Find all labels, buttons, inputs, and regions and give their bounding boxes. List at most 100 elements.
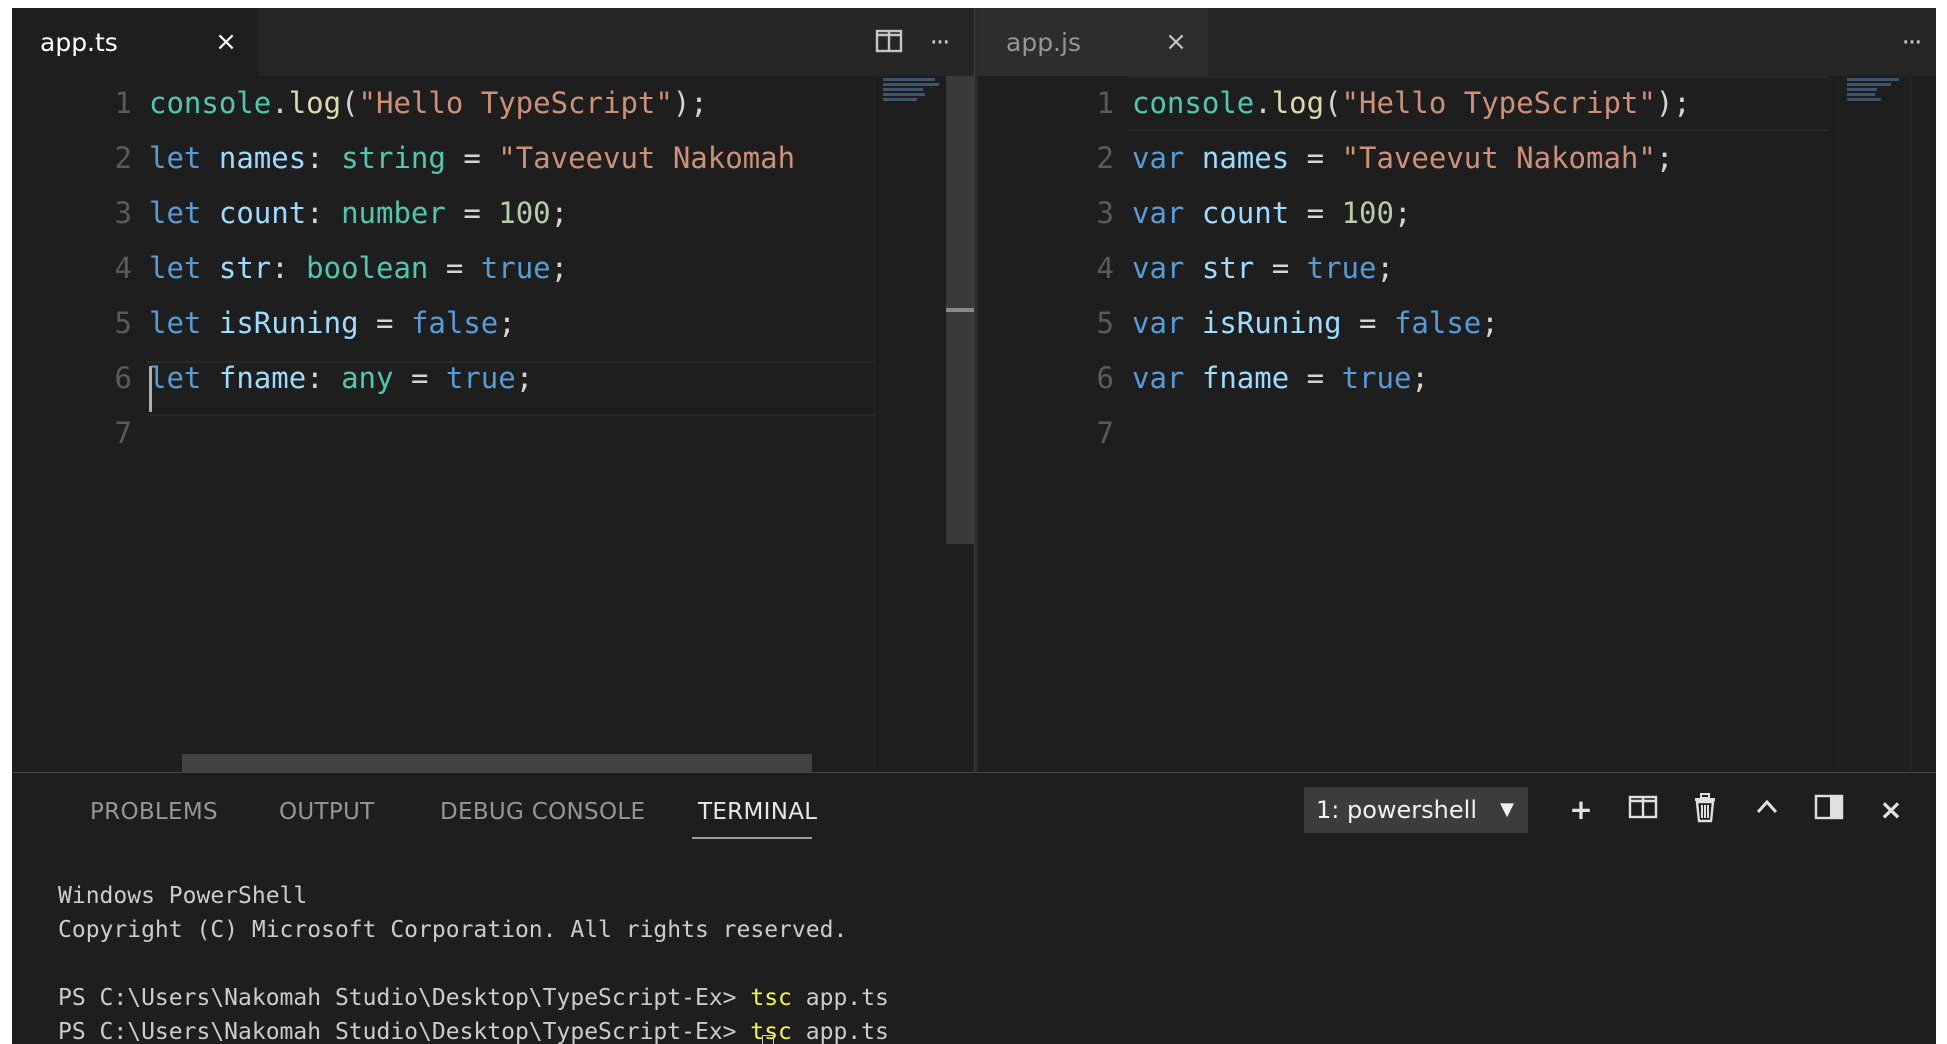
code-token: ; xyxy=(550,196,569,230)
code-token: boolean xyxy=(306,251,429,285)
code-token: = xyxy=(393,361,446,395)
vscode-window: app.ts × ··· 1 console.log("Hello TypeScr… xyxy=(12,8,1936,1044)
code-token: log xyxy=(288,86,342,120)
line-code: let fname: any = true; xyxy=(149,351,533,406)
code-line[interactable]: 3 var count = 100; xyxy=(978,186,1936,241)
code-token: var xyxy=(1132,306,1185,340)
code-token: ; xyxy=(498,306,516,340)
code-editor-left[interactable]: 1 console.log("Hello TypeScript"); 2 let na… xyxy=(12,76,974,772)
code-editor-right[interactable]: 1 console.log("Hello TypeScript"); 2 var na… xyxy=(978,76,1936,772)
code-token: : xyxy=(306,361,342,395)
code-token: true xyxy=(1341,361,1412,395)
tab-problems[interactable]: PROBLEMS xyxy=(90,799,218,825)
code-token: var xyxy=(1132,251,1185,285)
split-terminal-icon[interactable] xyxy=(1626,793,1660,827)
scroll-position-marker xyxy=(946,308,974,312)
code-token: let xyxy=(149,306,202,340)
code-line[interactable]: 3 let count: number = 100; xyxy=(12,186,974,241)
code-token: var xyxy=(1132,141,1185,175)
tab-terminal[interactable]: TERMINAL xyxy=(698,799,817,825)
chevron-up-icon[interactable] xyxy=(1750,793,1784,827)
code-token: console xyxy=(1132,86,1255,120)
split-editor-icon[interactable] xyxy=(874,28,904,58)
add-terminal-icon[interactable]: + xyxy=(1564,793,1598,827)
line-code: let names: string = "Taveevut Nakomah xyxy=(149,131,795,186)
code-token: ( xyxy=(341,86,359,120)
line-code: let isRuning = false; xyxy=(149,296,516,351)
code-line[interactable]: 6 let fname: any = true; xyxy=(12,351,974,406)
code-token: = xyxy=(1289,361,1342,395)
code-token: = xyxy=(1289,196,1342,230)
code-line[interactable]: 2 let names: string = "Taveevut Nakomah xyxy=(12,131,974,186)
terminal-prompt: PS C:\Users\Nakomah Studio\Desktop\TypeS… xyxy=(58,985,751,1011)
code-token: console xyxy=(149,86,272,120)
tab-output[interactable]: OUTPUT xyxy=(279,799,375,825)
bottom-panel: PROBLEMS OUTPUT DEBUG CONSOLE TERMINAL 1… xyxy=(12,772,1936,1044)
code-line[interactable]: 1 console.log("Hello TypeScript"); xyxy=(12,76,974,131)
code-token: ; xyxy=(515,361,534,395)
vertical-scrollbar-left[interactable] xyxy=(946,76,974,772)
editor-group-right: app.js × ··· 1 console.log("Hello TypeScr… xyxy=(978,8,1936,772)
close-icon[interactable]: × xyxy=(212,28,240,56)
code-token: = xyxy=(358,306,411,340)
code-token: names xyxy=(218,141,307,175)
editor-group-left: app.ts × ··· 1 console.log("Hello TypeScr… xyxy=(12,8,974,772)
close-icon[interactable]: × xyxy=(1874,793,1908,827)
code-line[interactable]: 1 console.log("Hello TypeScript"); xyxy=(978,76,1936,131)
code-token: = xyxy=(445,141,499,175)
code-token: ; xyxy=(1411,361,1429,395)
code-line[interactable]: 2 var names = "Taveevut Nakomah"; xyxy=(978,131,1936,186)
more-actions-icon[interactable]: ··· xyxy=(1896,28,1926,58)
code-token: . xyxy=(1254,86,1272,120)
code-line[interactable]: 4 let str: boolean = true; xyxy=(12,241,974,296)
terminal-argument: app.ts xyxy=(791,985,889,1011)
vertical-scrollbar-right[interactable] xyxy=(1910,76,1936,772)
trash-icon[interactable] xyxy=(1688,793,1722,827)
toggle-panel-icon[interactable] xyxy=(1812,793,1846,827)
code-line[interactable]: 5 let isRuning = false; xyxy=(12,296,974,351)
terminal-prompt: PS C:\Users\Nakomah Studio\Desktop\TypeS… xyxy=(58,1019,751,1044)
code-token: 100 xyxy=(498,196,551,230)
code-line[interactable]: 7 xyxy=(978,406,1936,461)
code-token: true xyxy=(1306,251,1377,285)
code-token: 100 xyxy=(1341,196,1394,230)
close-icon[interactable]: × xyxy=(1162,28,1190,56)
code-token: : xyxy=(306,141,342,175)
minimap-left[interactable] xyxy=(874,76,946,772)
tab-label: app.js xyxy=(1006,27,1081,57)
code-line[interactable]: 7 xyxy=(12,406,974,461)
line-code: var fname = true; xyxy=(1132,351,1429,406)
code-line[interactable]: 5 var isRuning = false; xyxy=(978,296,1936,351)
code-token: = xyxy=(1289,141,1342,175)
code-line[interactable]: 6 var fname = true; xyxy=(978,351,1936,406)
terminal-select[interactable]: 1: powershell ▼ xyxy=(1304,787,1528,833)
line-number: 3 xyxy=(1096,196,1114,230)
line-code: var str = true; xyxy=(1132,241,1394,296)
code-token: names xyxy=(1201,141,1290,175)
tab-app-js[interactable]: app.js × xyxy=(978,8,1208,76)
line-number: 5 xyxy=(114,306,132,340)
active-tab-indicator xyxy=(692,837,812,839)
line-code: let str: boolean = true; xyxy=(149,241,568,296)
tab-debug-console[interactable]: DEBUG CONSOLE xyxy=(440,799,645,825)
code-line[interactable]: 4 var str = true; xyxy=(978,241,1936,296)
line-code: var isRuning = false; xyxy=(1132,296,1499,351)
chevron-down-icon: ▼ xyxy=(1500,799,1514,820)
minimap-right[interactable] xyxy=(1838,76,1910,772)
horizontal-scrollbar-left[interactable] xyxy=(182,754,812,772)
code-token: true xyxy=(480,251,551,285)
tab-label: app.ts xyxy=(40,27,118,57)
code-token: fname xyxy=(1201,361,1290,395)
code-token: ; xyxy=(1376,251,1394,285)
tab-app-ts[interactable]: app.ts × xyxy=(12,8,258,76)
line-number: 7 xyxy=(114,416,132,450)
line-number: 3 xyxy=(114,196,132,230)
code-token: isRuning xyxy=(218,306,359,340)
code-token: ; xyxy=(1481,306,1499,340)
tab-bar-left: app.ts × ··· xyxy=(12,8,974,76)
more-actions-icon[interactable]: ··· xyxy=(924,28,954,58)
